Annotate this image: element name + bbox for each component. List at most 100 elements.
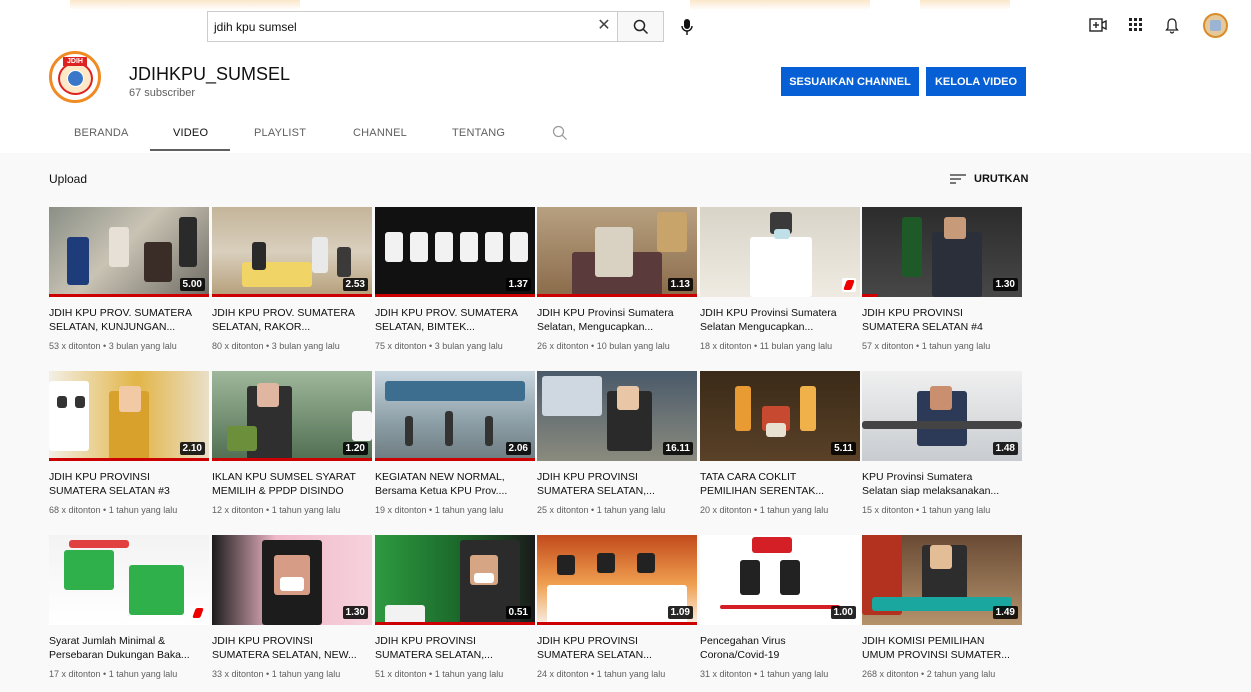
- video-thumbnail[interactable]: 1.48: [862, 371, 1022, 461]
- video-card[interactable]: 1.48 KPU Provinsi Sumatera Selatan siap me…: [862, 371, 1022, 515]
- watch-progress-bar: [375, 458, 535, 461]
- video-thumbnail[interactable]: 2.53: [212, 207, 372, 297]
- manage-videos-button[interactable]: KELOLA VIDEO: [926, 67, 1026, 96]
- video-card[interactable]: 1.20 IKLAN KPU SUMSEL SYARAT MEMILIH & PPD…: [212, 371, 372, 515]
- video-title[interactable]: JDIH KPU PROV. SUMATERA SELATAN, BIMTEK..…: [375, 306, 535, 334]
- tab-tentang[interactable]: TENTANG: [452, 127, 505, 139]
- search-icon: [633, 19, 648, 34]
- video-title-line: KPU Provinsi Sumatera: [862, 471, 973, 483]
- thumbnail-shape: [109, 227, 129, 267]
- bell-icon[interactable]: [1162, 15, 1182, 35]
- sort-icon: [950, 174, 966, 184]
- video-title[interactable]: KEGIATAN NEW NORMAL, Bersama Ketua KPU Pr…: [375, 470, 535, 498]
- duration-badge: 2.10: [179, 442, 205, 455]
- video-card[interactable]: 5.11 TATA CARA COKLIT PEMILIHAN SERENTAK..…: [700, 371, 860, 515]
- customize-channel-button[interactable]: SESUAIKAN CHANNEL: [781, 67, 919, 96]
- video-thumbnail[interactable]: 5.00: [49, 207, 209, 297]
- apps-icon[interactable]: [1126, 15, 1146, 35]
- video-thumbnail[interactable]: 1.30: [862, 207, 1022, 297]
- video-title[interactable]: JDIH KPU PROV. SUMATERA SELATAN, RAKOR...: [212, 306, 372, 334]
- account-avatar[interactable]: [1203, 13, 1228, 38]
- thumbnail-shape: [385, 381, 525, 401]
- video-card[interactable]: 2.06 KEGIATAN NEW NORMAL, Bersama Ketua KP…: [375, 371, 535, 515]
- thumbnail-shape: [930, 545, 952, 569]
- video-thumbnail[interactable]: 2.10: [49, 371, 209, 461]
- video-card[interactable]: 0.51 JDIH KPU PROVINSI SUMATERA SELATAN,..…: [375, 535, 535, 679]
- thumbnail-shape: [800, 386, 816, 431]
- video-title[interactable]: IKLAN KPU SUMSEL SYARAT MEMILIH & PPDP DI…: [212, 470, 372, 498]
- video-card[interactable]: 5.00 JDIH KPU PROV. SUMATERA SELATAN, KUNJ…: [49, 207, 209, 351]
- video-thumbnail[interactable]: 5.11: [700, 371, 860, 461]
- video-title[interactable]: JDIH KPU PROVINSI SUMATERA SELATAN #4: [862, 306, 1022, 334]
- video-title-line: SELATAN, BIMTEK...: [375, 321, 475, 333]
- video-title[interactable]: JDIH KPU PROVINSI SUMATERA SELATAN,...: [537, 470, 697, 498]
- shorts-icon: [191, 606, 205, 620]
- tab-channel[interactable]: CHANNEL: [353, 127, 407, 139]
- search-button[interactable]: [617, 11, 664, 42]
- clear-icon[interactable]: ✕: [593, 14, 615, 38]
- video-title[interactable]: TATA CARA COKLIT PEMILIHAN SERENTAK...: [700, 470, 860, 498]
- video-title[interactable]: Pencegahan Virus Corona/Covid-19: [700, 634, 860, 662]
- video-meta: 12 x ditonton • 1 tahun yang lalu: [212, 505, 341, 515]
- thumbnail-shape: [57, 396, 67, 408]
- video-card[interactable]: 1.13 JDIH KPU Provinsi Sumatera Selatan, M…: [537, 207, 697, 351]
- video-thumbnail[interactable]: 16.11: [537, 371, 697, 461]
- video-title[interactable]: JDIH KPU PROVINSI SUMATERA SELATAN, NEW..…: [212, 634, 372, 662]
- video-card[interactable]: 16.11 JDIH KPU PROVINSI SUMATERA SELATAN,.…: [537, 371, 697, 515]
- video-card[interactable]: 1.00 Pencegahan Virus Corona/Covid-19 31 x …: [700, 535, 860, 679]
- duration-badge: 1.48: [992, 442, 1018, 455]
- thumbnail-shape: [280, 577, 304, 591]
- video-title[interactable]: JDIH KPU Provinsi Sumatera Selatan Menguc…: [700, 306, 860, 334]
- video-title[interactable]: Syarat Jumlah Minimal & Persebaran Dukung…: [49, 634, 209, 662]
- video-card[interactable]: 1.30 JDIH KPU PROVINSI SUMATERA SELATAN #4…: [862, 207, 1022, 351]
- video-title[interactable]: JDIH KOMISI PEMILIHAN UMUM PROVINSI SUMAT…: [862, 634, 1022, 662]
- search-icon[interactable]: [552, 125, 568, 141]
- video-title-line: Syarat Jumlah Minimal &: [49, 635, 166, 647]
- watch-progress-bar: [212, 458, 372, 461]
- video-thumbnail[interactable]: 2.06: [375, 371, 535, 461]
- duration-badge: 1.30: [992, 278, 1018, 291]
- duration-badge: 1.37: [505, 278, 531, 291]
- video-card[interactable]: 1.30 JDIH KPU PROVINSI SUMATERA SELATAN, N…: [212, 535, 372, 679]
- video-meta: 18 x ditonton • 11 bulan yang lalu: [700, 341, 833, 351]
- video-thumbnail[interactable]: 1.30: [212, 535, 372, 625]
- tab-video[interactable]: VIDEO: [173, 127, 208, 139]
- video-card[interactable]: 1.49 JDIH KOMISI PEMILIHAN UMUM PROVINSI S…: [862, 535, 1022, 679]
- video-thumbnail[interactable]: 0.51: [375, 535, 535, 625]
- video-thumbnail[interactable]: [700, 207, 860, 297]
- search-input[interactable]: jdih kpu sumsel: [207, 11, 617, 42]
- video-thumbnail[interactable]: 1.37: [375, 207, 535, 297]
- video-thumbnail[interactable]: 1.49: [862, 535, 1022, 625]
- video-title[interactable]: JDIH KPU PROVINSI SUMATERA SELATAN,...: [375, 634, 535, 662]
- video-meta: 268 x ditonton • 2 tahun yang lalu: [862, 669, 996, 679]
- video-card[interactable]: JDIH KPU Provinsi Sumatera Selatan Menguc…: [700, 207, 860, 351]
- video-title-line: SELATAN, KUNJUNGAN...: [49, 321, 176, 333]
- mic-button[interactable]: [676, 13, 698, 41]
- create-video-icon[interactable]: [1088, 15, 1108, 35]
- masthead-glow: [920, 0, 1010, 10]
- video-card[interactable]: 2.53 JDIH KPU PROV. SUMATERA SELATAN, RAKO…: [212, 207, 372, 351]
- video-meta: 57 x ditonton • 1 tahun yang lalu: [862, 341, 991, 351]
- tab-beranda[interactable]: BERANDA: [74, 127, 129, 139]
- video-card[interactable]: 1.09 JDIH KPU PROVINSI SUMATERA SELATAN...…: [537, 535, 697, 679]
- video-title[interactable]: JDIH KPU PROVINSI SUMATERA SELATAN...: [537, 634, 697, 662]
- thumbnail-shape: [597, 553, 615, 573]
- video-thumbnail[interactable]: 1.20: [212, 371, 372, 461]
- video-card[interactable]: Syarat Jumlah Minimal & Persebaran Dukung…: [49, 535, 209, 679]
- thumbnail-shape: [474, 573, 494, 583]
- video-title[interactable]: JDIH KPU Provinsi Sumatera Selatan, Mengu…: [537, 306, 697, 334]
- video-title-line: UMUM PROVINSI SUMATER...: [862, 649, 1010, 661]
- video-title[interactable]: JDIH KPU PROVINSI SUMATERA SELATAN #3: [49, 470, 209, 498]
- video-thumbnail[interactable]: 1.13: [537, 207, 697, 297]
- sort-button[interactable]: URUTKAN: [950, 171, 1028, 187]
- video-title[interactable]: JDIH KPU PROV. SUMATERA SELATAN, KUNJUNGA…: [49, 306, 209, 334]
- tab-playlist[interactable]: PLAYLIST: [254, 127, 306, 139]
- channel-avatar[interactable]: JDIH: [49, 51, 101, 103]
- video-thumbnail[interactable]: 1.00: [700, 535, 860, 625]
- video-card[interactable]: 1.37 JDIH KPU PROV. SUMATERA SELATAN, BIMT…: [375, 207, 535, 351]
- video-thumbnail[interactable]: [49, 535, 209, 625]
- video-thumbnail[interactable]: 1.09: [537, 535, 697, 625]
- thumbnail-shape: [595, 227, 633, 277]
- video-title[interactable]: KPU Provinsi Sumatera Selatan siap melaks…: [862, 470, 1022, 498]
- video-card[interactable]: 2.10 JDIH KPU PROVINSI SUMATERA SELATAN #3…: [49, 371, 209, 515]
